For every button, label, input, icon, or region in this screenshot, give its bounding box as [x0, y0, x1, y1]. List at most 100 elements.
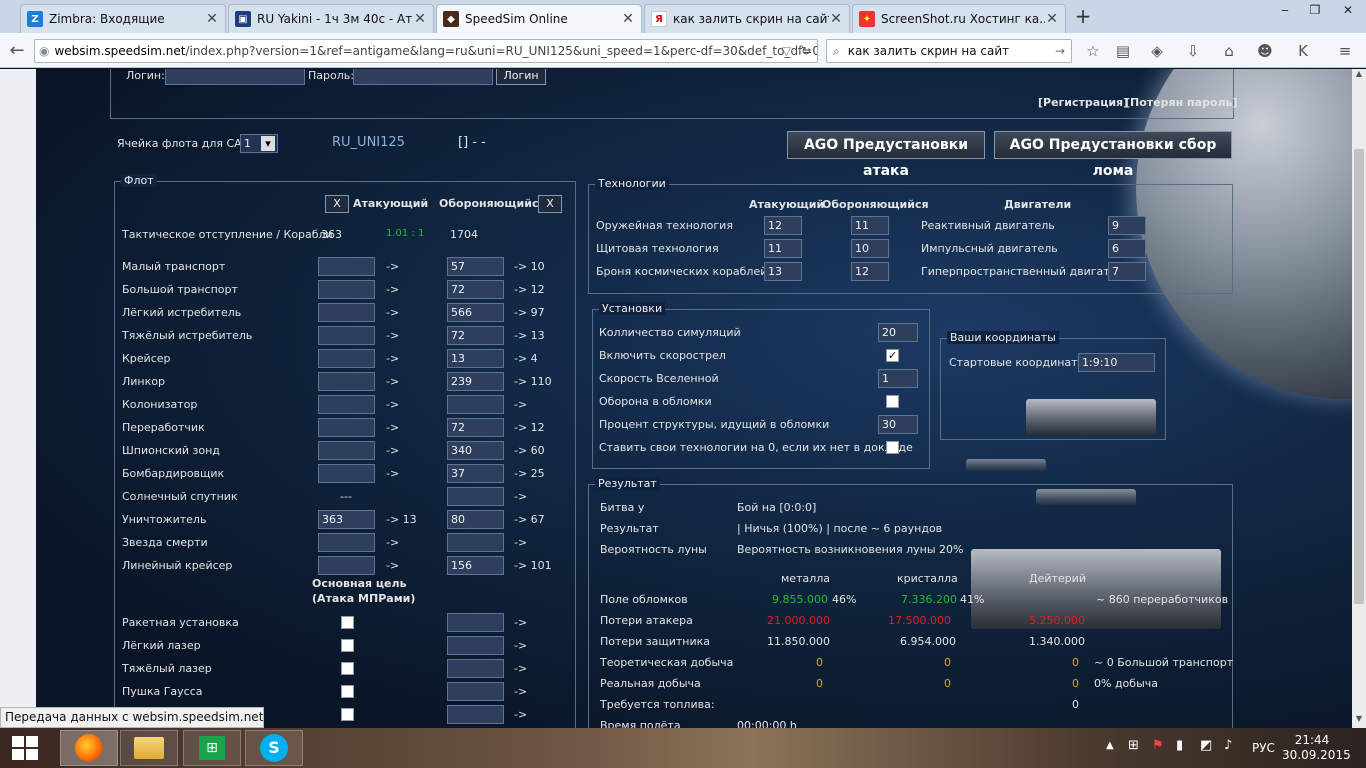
url-bar[interactable]: ◉ websim.speedsim.net/index.php?version=… — [34, 39, 818, 63]
firefox-icon[interactable] — [60, 730, 118, 766]
tab-screenshot[interactable]: ✦ ScreenShot.ru Хостинг ка... ✕ — [852, 4, 1066, 33]
scroll-up-icon[interactable]: ▲ — [1352, 69, 1366, 83]
search-bar[interactable]: ⌕ как залить скрин на сайт → — [826, 39, 1072, 63]
ship-attacker-input[interactable] — [318, 418, 375, 437]
close-icon[interactable]: ✕ — [413, 11, 427, 27]
engine-input[interactable]: 7 — [1108, 262, 1146, 281]
ship-attacker-input[interactable]: 363 — [318, 510, 375, 529]
main-target-checkbox[interactable] — [341, 708, 354, 721]
ship-attacker-input[interactable] — [318, 533, 375, 552]
debris-pct-input[interactable]: 30 — [878, 415, 918, 434]
ship-defender-input[interactable]: 72 — [447, 418, 504, 437]
fleet-slot-select[interactable]: 1 ▾ — [240, 134, 278, 153]
store-icon[interactable]: ⊞ — [183, 730, 241, 766]
back-button[interactable]: ← — [6, 40, 28, 62]
ship-defender-input[interactable]: 80 — [447, 510, 504, 529]
close-icon[interactable]: ✕ — [621, 11, 635, 27]
main-target-checkbox[interactable] — [341, 616, 354, 629]
ago-debris-button[interactable]: AGO Предустановки сбор лома — [994, 131, 1232, 179]
ship-attacker-input[interactable] — [318, 257, 375, 276]
new-tab-button[interactable]: + — [1072, 6, 1094, 28]
ship-defender-input[interactable]: 72 — [447, 280, 504, 299]
speed-input[interactable]: 1 — [878, 369, 918, 388]
dropdown-icon[interactable]: ▽ — [782, 44, 791, 58]
tab-speedsim[interactable]: ◆ SpeedSim Online ✕ — [436, 4, 642, 33]
ship-defender-input[interactable] — [447, 395, 504, 414]
rapidfire-checkbox[interactable]: ✓ — [886, 349, 899, 362]
engine-input[interactable]: 6 — [1108, 239, 1146, 258]
engine-input[interactable]: 9 — [1108, 216, 1146, 235]
reader-icon[interactable]: ▤ — [1112, 40, 1134, 62]
ship-defender-input[interactable] — [447, 533, 504, 552]
scroll-thumb[interactable] — [1354, 149, 1364, 604]
ship-defender-input[interactable]: 340 — [447, 441, 504, 460]
pocket-icon[interactable]: ◈ — [1146, 40, 1168, 62]
ship-attacker-input[interactable] — [318, 280, 375, 299]
reload-icon[interactable]: ↻ — [801, 44, 811, 58]
ship-attacker-input[interactable] — [318, 349, 375, 368]
clear-attacker-button[interactable]: X — [325, 195, 349, 213]
tech-defender-input[interactable]: 12 — [851, 262, 889, 281]
close-window-button[interactable]: ✕ — [1330, 0, 1366, 22]
ship-attacker-input[interactable] — [318, 326, 375, 345]
ship-attacker-input[interactable] — [318, 556, 375, 575]
tech-attacker-input[interactable]: 11 — [764, 239, 802, 258]
login-input[interactable] — [165, 69, 305, 85]
password-input[interactable] — [353, 69, 493, 85]
skype-icon[interactable]: S — [245, 730, 303, 766]
register-link[interactable]: [Регистрация] — [1038, 96, 1128, 109]
close-icon[interactable]: ✕ — [1045, 11, 1059, 27]
defense-defender-input[interactable] — [447, 613, 504, 632]
tray-network-icon[interactable]: ⊞ — [1128, 738, 1139, 753]
scroll-down-icon[interactable]: ▼ — [1352, 714, 1366, 728]
ship-attacker-input[interactable] — [318, 441, 375, 460]
minimize-button[interactable]: ‒ — [1270, 0, 1300, 22]
tray-kaspersky-icon[interactable]: ◩ — [1200, 738, 1212, 753]
tab-yakini[interactable]: ▣ RU Yakini - 1ч 3м 40с - Ат... ✕ — [228, 4, 434, 33]
tab-yandex[interactable]: Я как залить скрин на сайт ... ✕ — [644, 4, 850, 33]
star-icon[interactable]: ☆ — [1082, 40, 1104, 62]
ship-defender-input[interactable]: 566 — [447, 303, 504, 322]
tab-zimbra[interactable]: Z Zimbra: Входящие ✕ — [20, 4, 226, 33]
menu-icon[interactable]: ≡ — [1334, 40, 1356, 62]
go-arrow-icon[interactable]: → — [1055, 44, 1065, 58]
ship-attacker-input[interactable] — [318, 372, 375, 391]
ship-attacker-input[interactable] — [318, 303, 375, 322]
restore-button[interactable]: ❐ — [1300, 0, 1330, 22]
chat-icon[interactable]: ☻ — [1254, 40, 1276, 62]
ship-defender-input[interactable]: 156 — [447, 556, 504, 575]
tray-speaker-icon[interactable]: ♪ — [1224, 738, 1232, 753]
lost-password-link[interactable]: [Потерян пароль] — [1125, 96, 1238, 109]
defense-defender-input[interactable] — [447, 636, 504, 655]
page-scrollbar[interactable]: ▲ ▼ — [1352, 69, 1366, 728]
tech-attacker-input[interactable]: 13 — [764, 262, 802, 281]
tech-attacker-input[interactable]: 12 — [764, 216, 802, 235]
main-target-checkbox[interactable] — [341, 662, 354, 675]
main-target-checkbox[interactable] — [341, 685, 354, 698]
clear-defender-button[interactable]: X — [538, 195, 562, 213]
ship-defender-input[interactable]: 57 — [447, 257, 504, 276]
tech-defender-input[interactable]: 10 — [851, 239, 889, 258]
ago-attack-button[interactable]: AGO Предустановки атака — [787, 131, 985, 179]
sim-count-input[interactable]: 20 — [878, 323, 918, 342]
close-icon[interactable]: ✕ — [829, 11, 843, 27]
ship-defender-input[interactable]: 37 — [447, 464, 504, 483]
defense-defender-input[interactable] — [447, 705, 504, 724]
defense-defender-input[interactable] — [447, 682, 504, 701]
tray-flag-icon[interactable]: ⚑ — [1152, 738, 1164, 753]
close-icon[interactable]: ✕ — [205, 11, 219, 27]
home-icon[interactable]: ⌂ — [1218, 40, 1240, 62]
start-coords-input[interactable]: 1:9:10 — [1078, 353, 1155, 372]
kaspersky-icon[interactable]: K — [1292, 40, 1314, 62]
ship-defender-input[interactable]: 72 — [447, 326, 504, 345]
main-target-checkbox[interactable] — [341, 639, 354, 652]
ship-defender-input[interactable] — [447, 487, 504, 506]
tech-defender-input[interactable]: 11 — [851, 216, 889, 235]
language-indicator[interactable]: РУС — [1252, 741, 1275, 755]
ship-defender-input[interactable]: 13 — [447, 349, 504, 368]
tray-volume-icon[interactable]: ▮ — [1176, 738, 1183, 753]
clock[interactable]: 21:44 30.09.2015 — [1282, 733, 1351, 763]
ship-attacker-input[interactable] — [318, 395, 375, 414]
zero-tech-checkbox[interactable] — [886, 441, 899, 454]
download-icon[interactable]: ⇩ — [1182, 40, 1204, 62]
